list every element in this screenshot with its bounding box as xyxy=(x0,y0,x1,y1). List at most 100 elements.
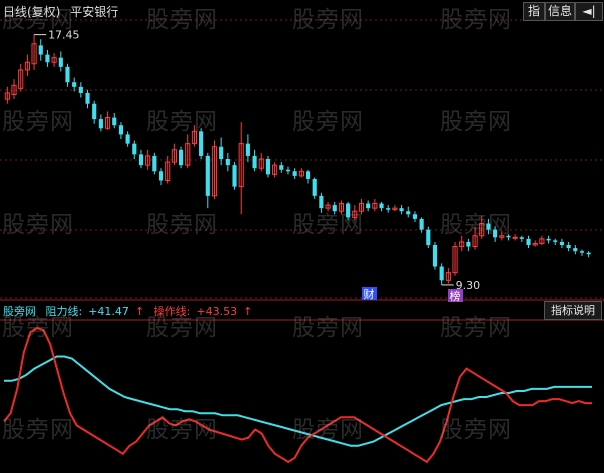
candle xyxy=(412,211,418,222)
candle-body xyxy=(419,218,424,230)
candle-body xyxy=(252,155,257,169)
candle xyxy=(31,34,37,70)
indicator-name: 股旁网 xyxy=(3,305,36,318)
candle-body xyxy=(225,159,230,166)
candle xyxy=(272,162,278,178)
resistance-line xyxy=(4,355,592,447)
candle-body xyxy=(399,208,404,212)
candle-body xyxy=(92,103,97,120)
candle xyxy=(185,134,191,169)
candle xyxy=(98,114,103,132)
chart-header: 日线(复权) 平安银行 指 信息 ◄| xyxy=(0,0,604,22)
price-markers: 17.459.30财榜 xyxy=(34,29,480,303)
candle xyxy=(171,143,177,166)
candle-body xyxy=(412,214,418,219)
candle xyxy=(559,238,565,249)
candle-body xyxy=(245,143,250,156)
price-grid xyxy=(0,19,604,321)
candle xyxy=(452,241,458,276)
candle xyxy=(18,63,24,92)
candle xyxy=(506,234,511,241)
candle-body xyxy=(312,178,317,196)
candle xyxy=(298,168,304,178)
candle-body xyxy=(519,237,524,239)
stock-name[interactable]: 平安银行 xyxy=(70,5,118,19)
candle-body xyxy=(98,119,103,129)
candle xyxy=(24,54,30,77)
candle xyxy=(325,202,331,212)
candle xyxy=(11,79,17,100)
candle-body xyxy=(85,92,90,104)
candle xyxy=(191,125,198,147)
candle xyxy=(199,128,204,159)
candle xyxy=(118,122,124,140)
candle xyxy=(312,177,317,199)
candle xyxy=(519,235,524,242)
candle-body xyxy=(65,66,70,83)
candle xyxy=(292,168,297,179)
candle xyxy=(305,169,311,184)
candle-body xyxy=(45,54,50,63)
candle xyxy=(332,202,337,215)
candle xyxy=(51,53,57,67)
candle xyxy=(225,152,230,172)
up-arrow-icon: ↑ xyxy=(243,305,253,318)
candle xyxy=(573,245,578,255)
candle-body xyxy=(125,134,130,144)
candle xyxy=(125,131,130,147)
candle xyxy=(392,205,398,212)
candle-body xyxy=(586,252,591,255)
candle xyxy=(459,235,465,252)
period-label: 日线(复权) xyxy=(3,5,61,19)
candle xyxy=(553,238,558,245)
candle xyxy=(512,234,518,241)
candle xyxy=(279,162,284,173)
candle xyxy=(432,241,438,270)
candle-body xyxy=(559,241,565,245)
stock-chart[interactable]: 17.459.30财榜 xyxy=(0,0,604,473)
candle-body xyxy=(285,169,291,172)
chart-title: 日线(复权) 平安银行 xyxy=(3,3,124,20)
candle-body xyxy=(439,266,444,281)
candle xyxy=(338,200,345,215)
candle-body xyxy=(386,208,391,210)
candle xyxy=(45,49,50,67)
candle-body xyxy=(332,205,337,212)
candle-body xyxy=(138,154,144,166)
candle-body xyxy=(118,125,124,135)
resistance-value: +41.47 xyxy=(88,305,129,318)
indicator-button[interactable]: 指 xyxy=(523,2,545,21)
candle-body xyxy=(553,240,558,242)
operation-label: 操作线: xyxy=(153,305,191,318)
candle-body xyxy=(265,159,271,175)
candle-body xyxy=(493,229,498,238)
candle xyxy=(4,86,10,104)
candle xyxy=(358,198,365,215)
candlestick-series[interactable] xyxy=(4,34,591,285)
candle xyxy=(205,152,210,209)
candle-body xyxy=(379,203,384,209)
candle xyxy=(579,249,585,256)
candle xyxy=(38,39,43,61)
candle xyxy=(58,51,63,72)
indicator-explain-button[interactable]: 指标说明 xyxy=(544,301,602,320)
candle-body xyxy=(319,195,324,209)
operation-value: +43.53 xyxy=(196,305,238,318)
candle xyxy=(546,235,551,244)
candle xyxy=(586,251,591,258)
candle xyxy=(245,134,250,163)
candle xyxy=(406,206,411,218)
candle-body xyxy=(132,143,137,155)
candle-body xyxy=(279,165,284,170)
collapse-arrow-icon[interactable]: ◄| xyxy=(575,2,603,21)
candle-body xyxy=(78,86,83,93)
candle-body xyxy=(199,131,204,156)
candle xyxy=(285,166,291,175)
candle xyxy=(486,218,491,235)
candle-body xyxy=(305,171,311,179)
info-button[interactable]: 信息 xyxy=(545,2,575,21)
candle xyxy=(319,192,324,213)
candle xyxy=(379,202,384,212)
candle-body xyxy=(506,235,511,238)
candle xyxy=(85,89,90,109)
